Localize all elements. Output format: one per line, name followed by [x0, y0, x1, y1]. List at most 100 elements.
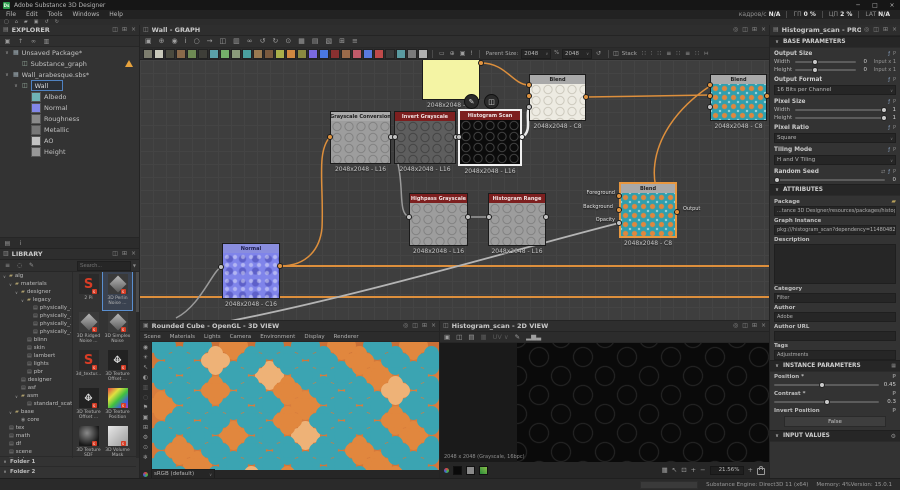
circle-icon[interactable]: ○: [143, 395, 148, 401]
node-blend-top[interactable]: Blend: [529, 74, 586, 121]
maximize-button[interactable]: □: [867, 0, 883, 10]
palette-node-3[interactable]: [176, 49, 186, 59]
pin-icon[interactable]: ◎: [403, 323, 408, 329]
align-3-icon[interactable]: ∷: [657, 51, 661, 57]
target-icon[interactable]: ⊙: [285, 38, 291, 45]
maximize-icon[interactable]: ⊞: [122, 27, 127, 33]
align-6-icon[interactable]: ≡: [685, 51, 690, 57]
library-asset-1[interactable]: S3D Perlin Noise ...: [103, 272, 132, 310]
palette-node-1[interactable]: [154, 49, 164, 59]
node-port[interactable]: [616, 220, 622, 226]
preset-icon[interactable]: P: [893, 51, 896, 57]
properties-title[interactable]: Histogram_scan - PROPERTIES: [782, 26, 861, 34]
library-item-base[interactable]: ∨▰base: [0, 408, 72, 416]
tree-item-normal[interactable]: Normal: [0, 102, 139, 113]
tree-item-metallic[interactable]: Metallic: [0, 124, 139, 135]
expand-icon[interactable]: ⊞: [339, 38, 345, 45]
home-icon[interactable]: ⌂: [15, 20, 18, 25]
flag-icon[interactable]: ⚑: [143, 405, 148, 411]
save-icon[interactable]: ▣: [444, 334, 450, 341]
checker-swatch[interactable]: [479, 466, 488, 475]
library-scrollbar[interactable]: [136, 272, 139, 458]
library-item-df[interactable]: ▤df: [0, 440, 72, 448]
alert-icon[interactable]: !: [470, 51, 472, 57]
view3d-menu-lights[interactable]: Lights: [204, 334, 221, 340]
library-asset-3[interactable]: S3D Simplex Noise: [103, 310, 132, 348]
output-size-width-slider[interactable]: [795, 61, 856, 63]
undock-icon[interactable]: ◫: [742, 323, 748, 329]
align-2-icon[interactable]: ∶: [651, 51, 653, 57]
close-icon[interactable]: ×: [431, 323, 436, 329]
view3d-viewport[interactable]: [152, 342, 439, 470]
library-item-blinn[interactable]: ▤blinn: [0, 336, 72, 344]
view3d-menu-environment[interactable]: Environment: [260, 334, 295, 340]
category-field[interactable]: Filter: [774, 293, 896, 303]
node-port[interactable]: [707, 93, 713, 99]
filter-list-icon[interactable]: ≡: [4, 262, 11, 269]
pan-icon[interactable]: +: [691, 467, 696, 474]
undock-icon[interactable]: ◫: [873, 27, 879, 33]
grid-icon[interactable]: ⊞: [143, 425, 148, 431]
screenshot-icon[interactable]: ◉: [172, 38, 178, 45]
palette-node-17[interactable]: [330, 49, 340, 59]
edit-icon[interactable]: ✎: [28, 262, 35, 269]
tags-field[interactable]: Adjustments: [774, 350, 896, 360]
pixel-size-width-slider[interactable]: [795, 109, 885, 111]
info-icon[interactable]: i: [17, 240, 24, 247]
node-normal[interactable]: Normal: [222, 243, 280, 299]
tree-item-wall[interactable]: ∨◫Wall: [0, 80, 139, 91]
add-node-icon[interactable]: ⊕: [159, 38, 165, 45]
pixel-ratio-select[interactable]: Square∨: [774, 133, 896, 143]
zoom-out-icon[interactable]: −: [700, 467, 705, 474]
library-item-pbr[interactable]: ▤pbr: [0, 368, 72, 376]
align-1-icon[interactable]: ∷: [642, 51, 646, 57]
description-field[interactable]: [774, 244, 896, 284]
pixel-size-height-slider[interactable]: [795, 117, 885, 119]
library-item-alg[interactable]: ∨▰alg: [0, 272, 72, 280]
library-item-physically-[interactable]: ▤physically_...: [0, 312, 72, 320]
pin-icon[interactable]: ◎: [864, 27, 869, 33]
node-port[interactable]: [526, 93, 532, 99]
output-format-select[interactable]: 16 Bits per Channel∨: [774, 85, 896, 95]
paste-icon[interactable]: ▤: [468, 334, 474, 341]
chart-icon[interactable]: ▥: [143, 385, 149, 391]
tiling-icon[interactable]: ▦: [662, 467, 668, 474]
node-port[interactable]: [218, 264, 224, 270]
undock-icon[interactable]: ◫: [742, 27, 748, 33]
node-port[interactable]: [277, 263, 283, 269]
close-icon[interactable]: ×: [892, 27, 897, 33]
library-item-skin[interactable]: ▤skin: [0, 344, 72, 352]
contrast-slider[interactable]: [774, 401, 879, 403]
node-port[interactable]: [456, 134, 462, 140]
palette-node-21[interactable]: [374, 49, 384, 59]
node-histogram-scan[interactable]: Histogram Scan: [458, 109, 522, 166]
node-port[interactable]: [392, 134, 398, 140]
view2d-title[interactable]: Histogram_scan - 2D VIEW: [452, 322, 549, 330]
grid-icon[interactable]: ▥: [233, 38, 240, 45]
maximize-icon[interactable]: ⊞: [752, 323, 757, 329]
view3d-menu-scene[interactable]: Scene: [144, 334, 161, 340]
library-asset-7[interactable]: S3D Texture Position: [103, 386, 132, 424]
library-asset-4[interactable]: SS3d_textur...: [74, 348, 103, 386]
align-4-icon[interactable]: ≡: [666, 51, 671, 57]
node-port[interactable]: [486, 214, 492, 220]
menu-tools[interactable]: Tools: [48, 11, 63, 18]
node-grayscale-conversion[interactable]: Grayscale Conversion: [330, 111, 391, 164]
menu-edit[interactable]: Edit: [26, 11, 38, 18]
pattern-icon[interactable]: ▧: [326, 38, 333, 45]
light-icon[interactable]: ☀: [143, 355, 148, 361]
fit-frame-icon[interactable]: ▣: [145, 38, 152, 45]
library-asset-0[interactable]: SS2 Pi: [74, 272, 103, 310]
view2d-canvas[interactable]: 2048 x 2048 (Grayscale, 16bpc): [440, 343, 769, 463]
node-port[interactable]: [616, 207, 622, 213]
package-field[interactable]: ...tance 3D Designer/resources/packages/…: [774, 206, 896, 216]
node-port[interactable]: [616, 193, 622, 199]
link-ratio-icon[interactable]: %: [554, 51, 559, 56]
comment-icon[interactable]: ▭: [439, 51, 445, 57]
invert-position-toggle[interactable]: False: [784, 416, 886, 427]
close-icon[interactable]: ×: [761, 323, 766, 329]
save-icon[interactable]: ▣: [4, 38, 11, 45]
library-item-lambert[interactable]: ▤lambert: [0, 352, 72, 360]
author-field[interactable]: Adobe: [774, 312, 896, 322]
palette-node-7[interactable]: [220, 49, 230, 59]
